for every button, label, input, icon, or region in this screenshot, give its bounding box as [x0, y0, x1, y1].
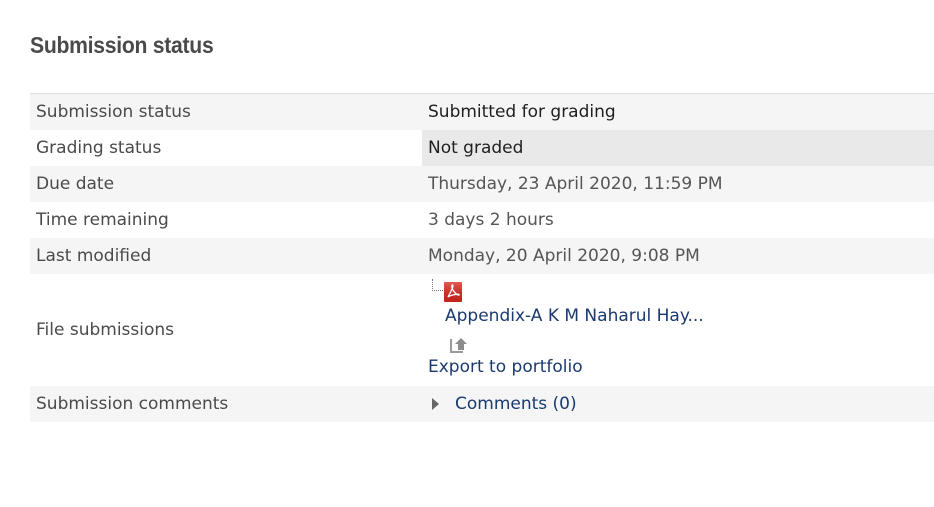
portfolio-export-icon[interactable] — [449, 334, 469, 354]
caret-right-icon[interactable] — [432, 398, 439, 410]
row-submission-comments: Submission comments Comments (0) — [30, 386, 934, 422]
file-submissions-label: File submissions — [36, 320, 175, 340]
grading-status-value: Not graded — [422, 130, 934, 166]
row-grading-status: Grading status Not graded — [30, 130, 934, 166]
export-to-portfolio-link[interactable]: Export to portfolio — [428, 357, 583, 377]
row-submission-status: Submission status Submitted for grading — [30, 94, 934, 130]
row-last-modified: Last modified Monday, 20 April 2020, 9:0… — [30, 238, 934, 274]
time-remaining-value: 3 days 2 hours — [428, 210, 554, 230]
file-tree-connector — [432, 279, 443, 291]
page-title: Submission status — [30, 32, 214, 58]
row-due-date: Due date Thursday, 23 April 2020, 11:59 … — [30, 166, 934, 202]
grading-status-label: Grading status — [36, 138, 162, 158]
last-modified-label: Last modified — [36, 246, 152, 266]
submission-status-label: Submission status — [36, 102, 191, 122]
submission-status-page: Submission status Submission status Subm… — [0, 0, 934, 507]
submission-status-table: Submission status Submitted for grading … — [30, 93, 934, 422]
last-modified-value: Monday, 20 April 2020, 9:08 PM — [428, 246, 700, 266]
due-date-value: Thursday, 23 April 2020, 11:59 PM — [428, 174, 723, 194]
time-remaining-label: Time remaining — [36, 210, 169, 230]
submission-status-value: Submitted for grading — [428, 102, 616, 122]
submitted-file-link[interactable]: Appendix-A K M Naharul Hay... — [445, 306, 704, 326]
file-submissions-value: Appendix-A K M Naharul Hay... Export to … — [422, 274, 934, 386]
submission-comments-label: Submission comments — [36, 394, 229, 414]
row-file-submissions: File submissions Appendix-A K M Naharul … — [30, 274, 934, 386]
comments-toggle-link[interactable]: Comments (0) — [455, 394, 577, 414]
pdf-icon[interactable] — [444, 282, 462, 302]
due-date-label: Due date — [36, 174, 115, 194]
submission-comments-value[interactable]: Comments (0) — [422, 386, 934, 422]
row-time-remaining: Time remaining 3 days 2 hours — [30, 202, 934, 238]
